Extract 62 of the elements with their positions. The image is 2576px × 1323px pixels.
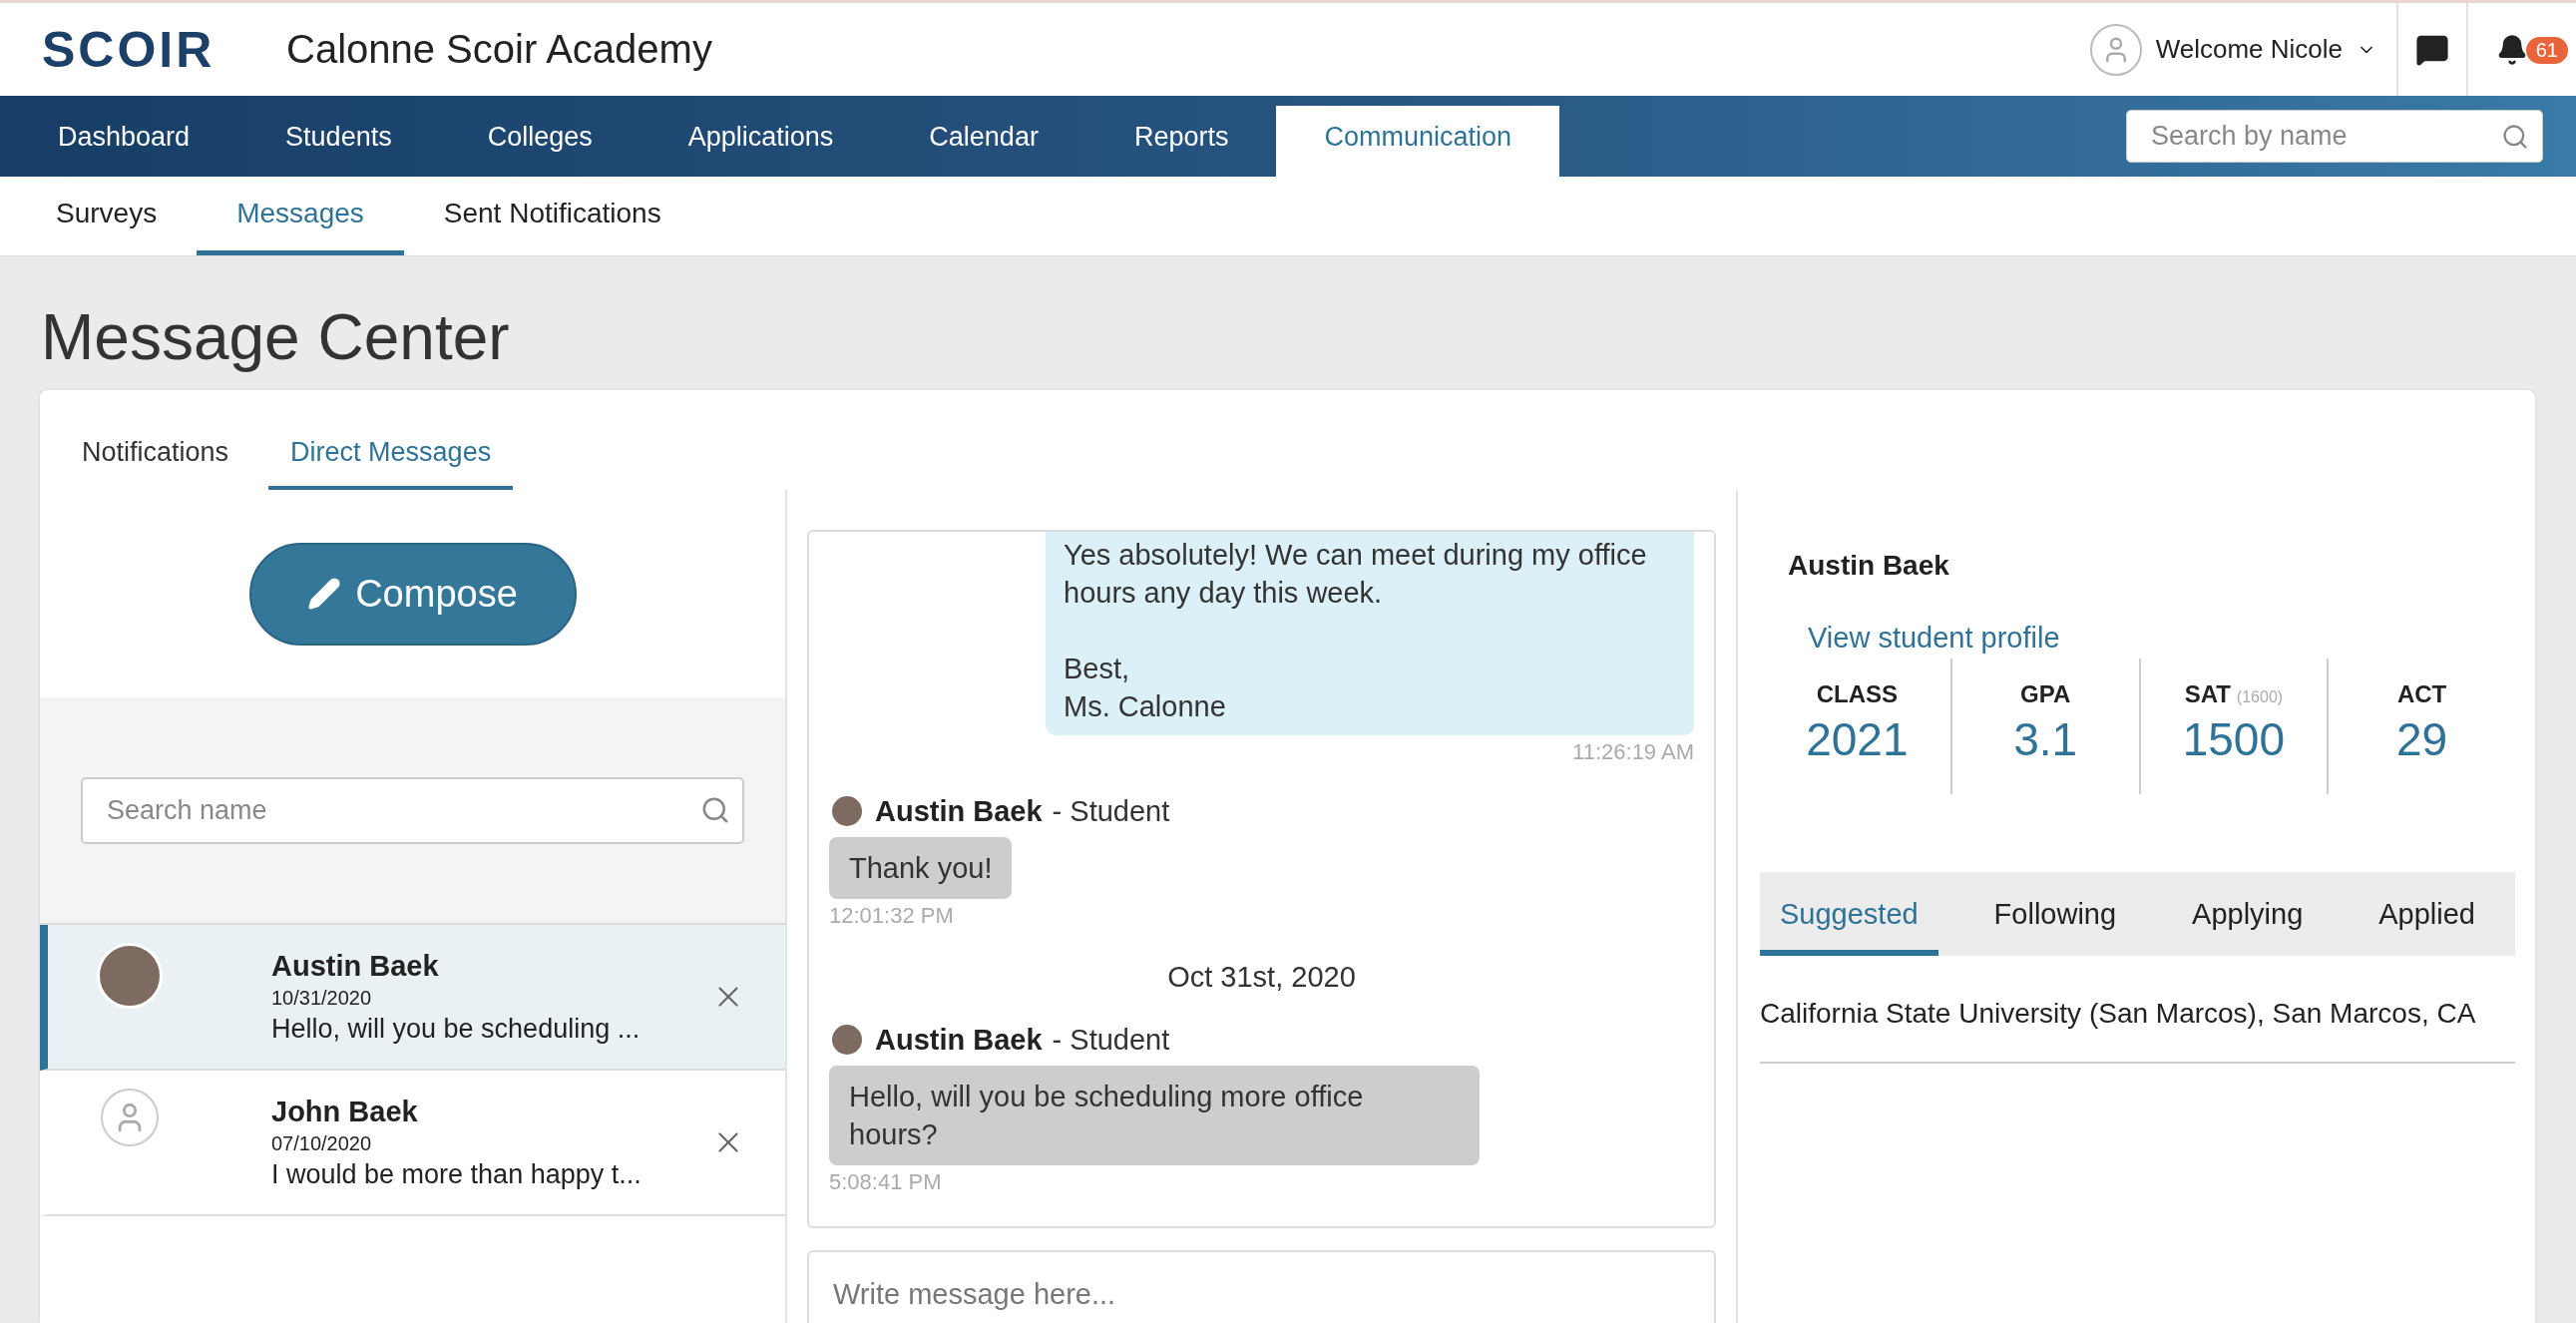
logo: SCOIR: [42, 20, 216, 79]
stat-label: CLASS: [1816, 680, 1899, 708]
sub-tab[interactable]: Sent Notifications: [403, 177, 701, 255]
student-name: Austin Baek: [1788, 550, 1950, 582]
user-avatar-icon: [2089, 23, 2142, 76]
contact-name: John Baek: [271, 1095, 419, 1128]
search-icon: [2501, 122, 2529, 151]
conversation-item[interactable]: Austin Baek 10/31/2020 Hello, will you be scheduling ...: [40, 925, 785, 1071]
stat-value: 29: [2396, 712, 2448, 766]
nav-tab[interactable]: Calendar: [881, 106, 1086, 177]
college-tab[interactable]: Applying: [2172, 872, 2324, 956]
message-preview: Hello, will you be scheduling ...: [271, 1013, 642, 1045]
stat-value: 3.1: [2013, 712, 2078, 766]
college-tab[interactable]: Suggested: [1760, 872, 1938, 956]
received-message: Hello, will you be scheduling more office hours?: [829, 1066, 1480, 1165]
contact-name: Austin Baek: [271, 949, 440, 983]
message-preview: I would be more than happy t...: [271, 1158, 643, 1190]
sender-name: Austin Baek: [875, 794, 1043, 828]
message-time: 11:26:19 AM: [1572, 739, 1694, 765]
received-message: Thank you!: [829, 837, 1013, 899]
bell-icon: [2496, 33, 2528, 66]
sender-role: - Student: [1052, 1023, 1170, 1057]
card-tab[interactable]: Notifications: [60, 437, 251, 490]
message-field[interactable]: Write message here...: [807, 1250, 1716, 1323]
name-search-field[interactable]: Search name: [81, 776, 744, 844]
college-tab[interactable]: Following: [1973, 872, 2137, 956]
nav-tab[interactable]: Applications: [640, 106, 882, 177]
stat-note: (1600): [2236, 688, 2284, 706]
stat-label: SAT: [2184, 680, 2231, 708]
notification-count: 61: [2525, 37, 2568, 64]
school-name: Calonne Scoir Academy: [286, 27, 713, 72]
avatar-icon: [101, 1089, 159, 1146]
college-name: California State University (San Marcos), San Marcos, CA: [1760, 956, 2515, 1064]
message-date: 07/10/2020: [271, 1131, 373, 1155]
sent-message: Yes absolutely! We can meet during my office hours any day this week. Best, Ms. Calonne: [1046, 532, 1694, 735]
nav-tab[interactable]: Colleges: [439, 106, 641, 177]
nav-tab[interactable]: Students: [237, 106, 440, 177]
nav-tab[interactable]: Communication: [1276, 106, 1560, 177]
nav-tab[interactable]: Reports: [1085, 106, 1277, 177]
page-title: Message Center: [41, 300, 511, 375]
date-separator: Oct 31st, 2020: [1167, 961, 1356, 994]
profile-link[interactable]: View student profile: [1808, 622, 2060, 655]
card-tab[interactable]: Direct Messages: [268, 437, 514, 490]
stat-label: GPA: [2020, 680, 2071, 708]
message-time: 5:08:41 PM: [829, 1169, 942, 1195]
compose-button[interactable]: Compose: [248, 542, 577, 646]
search-field[interactable]: Search by name: [2126, 110, 2543, 163]
nav-tab[interactable]: Dashboard: [10, 106, 238, 177]
pencil-icon: [307, 577, 342, 611]
conversation-item[interactable]: John Baek 07/10/2020 I would be more than happy t...: [40, 1071, 785, 1216]
stat-value: 1500: [2182, 712, 2286, 766]
stat-value: 2021: [1806, 712, 1909, 766]
message-date: 10/31/2020: [271, 986, 373, 1010]
user-menu[interactable]: Welcome Nicole: [2069, 3, 2396, 96]
search-icon: [700, 795, 730, 825]
stat-label: ACT: [2396, 680, 2447, 708]
message-time: 12:01:32 PM: [829, 903, 954, 929]
sender-role: - Student: [1052, 794, 1170, 828]
sub-tab[interactable]: Messages: [197, 177, 404, 255]
sender-name: Austin Baek: [875, 1023, 1043, 1057]
college-tab[interactable]: Applied: [2359, 872, 2495, 956]
sub-tab[interactable]: Surveys: [16, 177, 198, 255]
